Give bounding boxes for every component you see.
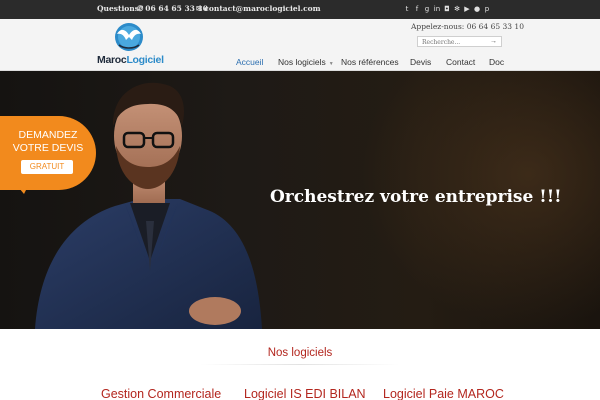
- quote-line-1: DEMANDEZ: [18, 129, 78, 141]
- yelp-icon[interactable]: ✻: [453, 4, 461, 14]
- facebook-icon[interactable]: f: [413, 4, 421, 14]
- products-section-title: Nos logiciels: [267, 347, 333, 359]
- free-quote-button[interactable]: GRATUIT: [21, 160, 73, 174]
- arrow-right-icon[interactable]: →: [490, 37, 497, 46]
- call-us-text: Appelez-nous: 06 64 65 33 10: [411, 22, 524, 31]
- logo-wordmark: MarocLogiciel: [97, 54, 164, 66]
- product-link-gestion-commerciale[interactable]: Gestion Commerciale: [101, 387, 221, 400]
- nav-item-label: Nos logiciels: [278, 57, 326, 67]
- nav-item-accueil[interactable]: Accueil: [236, 57, 263, 71]
- phone-icon: ✆: [137, 4, 144, 13]
- businessman-photo: [35, 82, 262, 329]
- nav-item-contact[interactable]: Contact: [446, 57, 475, 71]
- chevron-down-icon: ▼: [328, 61, 334, 67]
- nav-item-nos-logiciels[interactable]: Nos logiciels ▼: [278, 57, 334, 71]
- flickr-icon[interactable]: ●: [473, 4, 481, 14]
- instagram-icon[interactable]: ◘: [443, 4, 451, 14]
- twitter-icon[interactable]: t: [403, 4, 411, 14]
- quote-line-2: VOTRE DEVIS: [12, 142, 84, 154]
- quote-bubble-tail: [14, 182, 30, 194]
- product-link-is-edi-bilan[interactable]: Logiciel IS EDI BILAN: [244, 387, 366, 400]
- linkedin-icon[interactable]: in: [433, 4, 441, 14]
- site-header: MarocLogiciel Appelez-nous: 06 64 65 33 …: [0, 19, 600, 71]
- hero-headline: Orchestrez votre entreprise !!!: [270, 187, 562, 207]
- quote-request-badge[interactable]: DEMANDEZ VOTRE DEVIS GRATUIT: [0, 116, 96, 194]
- youtube-icon[interactable]: ▶: [463, 4, 471, 14]
- section-divider: [200, 364, 400, 365]
- topbar-email[interactable]: ✉ contact@maroclogiciel.com: [196, 4, 321, 13]
- logo-emblem-icon: [115, 23, 143, 51]
- search-input[interactable]: [422, 38, 488, 46]
- top-bar: Questions? ✆ 06 64 65 33 10 ✉ contact@maro…: [0, 0, 600, 19]
- google-plus-icon[interactable]: g: [423, 4, 431, 14]
- product-link-paie-maroc[interactable]: Logiciel Paie MAROC: [383, 387, 504, 400]
- nav-item-devis[interactable]: Devis: [410, 57, 431, 71]
- site-logo[interactable]: MarocLogiciel: [97, 21, 175, 69]
- envelope-icon: ✉: [196, 4, 203, 13]
- hero-banner: Orchestrez votre entreprise !!! DEMANDEZ…: [0, 71, 600, 329]
- search-box: →: [417, 36, 502, 47]
- nav-item-doc[interactable]: Doc: [489, 57, 504, 71]
- social-links: t f g in ◘ ✻ ▶ ● p: [403, 4, 491, 14]
- topbar-email-text: contact@maroclogiciel.com: [204, 4, 321, 13]
- pinterest-icon[interactable]: p: [483, 4, 491, 14]
- nav-item-nos-references[interactable]: Nos références: [341, 57, 399, 71]
